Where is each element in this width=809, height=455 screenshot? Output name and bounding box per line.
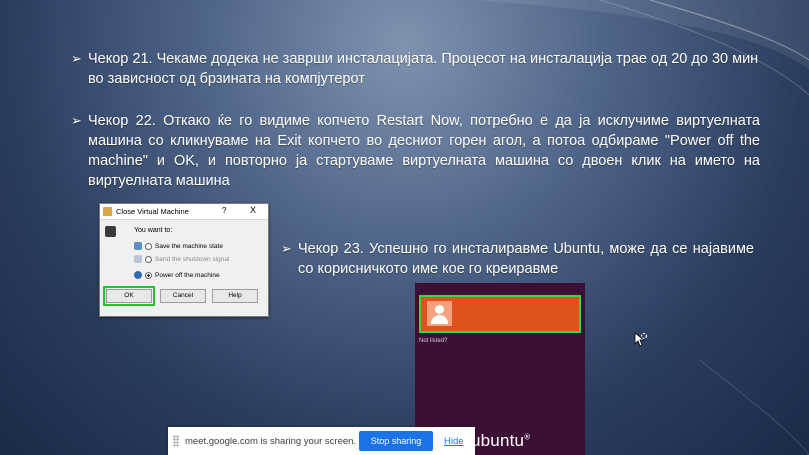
step-21-text: Чекор 21. Чекаме додека не заврши инстал…: [88, 51, 759, 87]
radio-shutdown-signal: [145, 255, 152, 263]
not-listed-label: Not listed?: [419, 338, 448, 344]
virtualbox-icon: [103, 207, 112, 216]
stop-sharing-button[interactable]: Stop sharing: [359, 431, 433, 451]
bullet-arrow-icon: ➢: [281, 241, 292, 256]
help-button: Help: [212, 289, 258, 303]
option-label: Power off the machine: [155, 271, 220, 279]
step-23-bullet: ➢ Чекор 23. Успешно го инсталиравме Ubun…: [281, 239, 754, 279]
bullet-arrow-icon: ➢: [71, 113, 82, 128]
option-label: Send the shutdown signal: [155, 255, 230, 263]
user-tile: [419, 295, 581, 333]
option-label: Save the machine state: [155, 242, 223, 250]
close-vm-dialog-image: Close Virtual Machine ? X You want to: S…: [99, 203, 269, 317]
power-off-icon: [134, 271, 142, 279]
close-icon: X: [250, 205, 257, 215]
shutdown-signal-icon: [134, 255, 142, 263]
step-22-bullet: ➢ Чекор 22. Откако ќе го видиме копчето …: [71, 111, 760, 191]
option-save-state: Save the machine state: [134, 242, 223, 250]
vm-icon: [105, 226, 116, 237]
user-avatar-icon: [427, 301, 452, 326]
dialog-prompt: You want to:: [134, 227, 173, 234]
bullet-arrow-icon: ➢: [71, 51, 82, 66]
step-21-bullet: ➢ Чекор 21. Чекаме додека не заврши инст…: [71, 49, 768, 89]
radio-power-off: [145, 271, 152, 279]
step-22-text: Чекор 22. Откако ќе го видиме копчето Re…: [88, 113, 760, 189]
hide-link[interactable]: Hide: [444, 436, 464, 447]
option-power-off: Power off the machine: [134, 271, 220, 279]
save-state-icon: [134, 242, 142, 250]
ubuntu-logo: ubuntu®: [471, 431, 531, 450]
drag-handle-icon[interactable]: [173, 435, 179, 447]
step-23-text: Чекор 23. Успешно го инсталиравме Ubuntu…: [298, 241, 754, 277]
dialog-titlebar: Close Virtual Machine ? X: [100, 204, 268, 220]
cancel-button: Cancel: [160, 289, 206, 303]
presentation-slide: ➢ Чекор 21. Чекаме додека не заврши инст…: [0, 0, 809, 455]
help-icon: ?: [222, 206, 227, 215]
dialog-title: Close Virtual Machine: [116, 207, 189, 216]
radio-save-state: [145, 242, 152, 250]
loading-cursor-icon: [634, 332, 648, 347]
ok-button: OK: [103, 286, 155, 306]
screen-sharing-bar: meet.google.com is sharing your screen. …: [168, 427, 475, 455]
option-shutdown-signal: Send the shutdown signal: [134, 255, 229, 263]
sharing-message: meet.google.com is sharing your screen.: [185, 436, 357, 447]
dialog-body: You want to: Save the machine state Send…: [100, 220, 268, 317]
